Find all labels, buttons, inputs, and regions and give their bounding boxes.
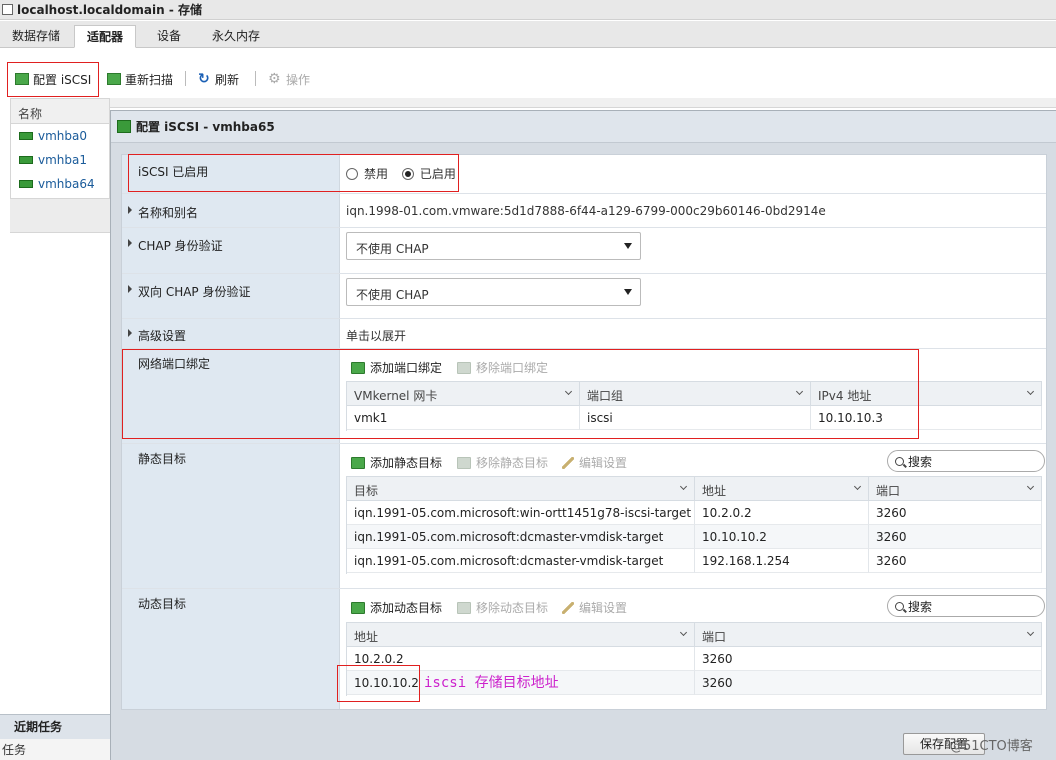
table-cell[interactable]: 3260 <box>869 501 1042 525</box>
row-advanced[interactable]: 高级设置 单击以展开 <box>122 319 1046 349</box>
tab-persistent-memory[interactable]: 永久内存 <box>200 25 272 48</box>
static-targets-grid: 目标 地址 端口 iqn.1991-05.com.microsoft:win-o… <box>346 476 1042 574</box>
chap-select[interactable]: 不使用 CHAP <box>346 232 641 260</box>
column-header[interactable]: 目标 <box>347 477 695 501</box>
toolbar-divider <box>255 71 256 86</box>
table-cell[interactable]: iqn.1991-05.com.microsoft:dcmaster-vmdis… <box>347 525 695 549</box>
window-title: localhost.localdomain - 存储 <box>17 3 203 17</box>
row-chap: CHAP 身份验证 不使用 CHAP <box>122 228 1046 274</box>
label-dynamic-targets: 动态目标 <box>122 589 340 709</box>
column-header[interactable]: 端口 <box>695 623 1042 647</box>
table-cell[interactable]: 3260 <box>869 525 1042 549</box>
tab-adapters[interactable]: 适配器 <box>74 25 137 48</box>
adapter-list-footer <box>10 198 110 232</box>
column-header-name: 名称 <box>11 99 109 124</box>
table-cell[interactable]: 10.10.10.2 <box>695 525 869 549</box>
nic-icon <box>19 156 33 164</box>
dialog-title: 配置 iSCSI - vmhba65 <box>136 120 275 134</box>
label-chap[interactable]: CHAP 身份验证 <box>122 228 340 273</box>
table-cell[interactable]: iqn.1991-05.com.microsoft:win-ortt1451g7… <box>347 501 695 525</box>
adapter-item[interactable]: vmhba64 <box>11 172 109 196</box>
window-title-bar: localhost.localdomain - 存储 <box>0 0 1056 20</box>
nic-icon <box>19 180 33 188</box>
chevron-down-icon <box>853 482 862 491</box>
table-cell[interactable]: 192.168.1.254 <box>695 549 869 573</box>
add-dynamic-target-button[interactable]: 添加动态目标 <box>351 599 442 616</box>
table-cell[interactable]: 10.2.0.2 <box>695 501 869 525</box>
chevron-down-icon <box>679 482 688 491</box>
add-icon <box>351 456 365 469</box>
edit-settings-button[interactable]: 编辑设置 <box>562 454 627 471</box>
recent-tasks-panel: 近期任务 任务 <box>0 714 110 760</box>
recent-tasks-title[interactable]: 近期任务 <box>0 715 110 739</box>
table-cell[interactable]: 3260 <box>869 549 1042 573</box>
column-header[interactable]: 地址 <box>347 623 695 647</box>
search-icon <box>895 456 904 466</box>
row-name-alias[interactable]: 名称和别名 iqn.1998-01.com.vmware:5d1d7888-6f… <box>122 194 1046 228</box>
window-icon <box>2 4 13 15</box>
expand-arrow-icon <box>128 206 132 214</box>
gear-icon: ⚙ <box>268 71 281 87</box>
label-static-targets: 静态目标 <box>122 444 340 588</box>
tab-devices[interactable]: 设备 <box>145 25 193 48</box>
expand-arrow-icon <box>128 285 132 293</box>
adapter-item[interactable]: vmhba0 <box>11 124 109 148</box>
row-dynamic-targets: 动态目标 添加动态目标 移除动态目标 编辑设置 搜索 地址 端口 10.2.0.… <box>122 589 1046 709</box>
pencil-icon <box>562 601 574 614</box>
add-icon <box>351 601 365 614</box>
column-header[interactable]: 地址 <box>695 477 869 501</box>
watermark: @51CTO博客 <box>950 739 1033 754</box>
row-mutual-chap: 双向 CHAP 身份验证 不使用 CHAP <box>122 274 1046 319</box>
refresh-button[interactable]: ↻ 刷新 <box>198 70 239 88</box>
expand-arrow-icon <box>128 239 132 247</box>
search-icon <box>895 601 904 611</box>
label-mutual-chap[interactable]: 双向 CHAP 身份验证 <box>122 274 340 318</box>
rescan-icon <box>107 73 121 85</box>
dropdown-arrow-icon <box>624 289 632 295</box>
pencil-icon <box>562 456 574 469</box>
dialog-title-bar: 配置 iSCSI - vmhba65 <box>111 111 1056 143</box>
rescan-button[interactable]: 重新扫描 <box>107 70 173 88</box>
remove-icon <box>457 601 471 614</box>
annotation-text: iscsi 存储目标地址 <box>424 675 559 691</box>
row-static-targets: 静态目标 添加静态目标 移除静态目标 编辑设置 搜索 目标 地址 端口 iqn.… <box>122 444 1046 589</box>
iscsi-icon <box>117 120 131 133</box>
column-header[interactable]: 端口 <box>869 477 1042 501</box>
label-name-alias[interactable]: 名称和别名 <box>122 194 340 227</box>
advanced-hint[interactable]: 单击以展开 <box>341 319 1046 348</box>
table-cell[interactable]: iqn.1991-05.com.microsoft:dcmaster-vmdis… <box>347 549 695 573</box>
highlight-box <box>337 665 420 702</box>
add-static-target-button[interactable]: 添加静态目标 <box>351 454 442 471</box>
adapter-grid-header <box>110 98 1056 108</box>
chevron-down-icon <box>1026 628 1035 637</box>
highlight-box <box>7 62 99 97</box>
toolbar-divider <box>185 71 186 86</box>
iqn-value: iqn.1998-01.com.vmware:5d1d7888-6f44-a12… <box>346 204 826 218</box>
nic-icon <box>19 132 33 140</box>
expand-arrow-icon <box>128 329 132 337</box>
tab-datastores[interactable]: 数据存储 <box>0 25 72 48</box>
tab-bar: 数据存储 适配器 设备 永久内存 <box>0 21 1056 48</box>
mutual-chap-select[interactable]: 不使用 CHAP <box>346 278 641 306</box>
static-search-input[interactable]: 搜索 <box>887 450 1045 472</box>
dropdown-arrow-icon <box>624 243 632 249</box>
chevron-down-icon <box>679 628 688 637</box>
edit-settings-button[interactable]: 编辑设置 <box>562 599 627 616</box>
highlight-box <box>128 154 459 192</box>
adapter-item[interactable]: vmhba1 <box>11 148 109 172</box>
table-cell[interactable]: 3260 <box>695 647 1042 671</box>
dynamic-search-input[interactable]: 搜索 <box>887 595 1045 617</box>
chevron-down-icon <box>1026 482 1035 491</box>
chevron-down-icon <box>1026 387 1035 396</box>
remove-dynamic-target-button[interactable]: 移除动态目标 <box>457 599 548 616</box>
label-advanced[interactable]: 高级设置 <box>122 319 340 348</box>
highlight-box <box>122 349 919 439</box>
remove-static-target-button[interactable]: 移除静态目标 <box>457 454 548 471</box>
remove-icon <box>457 456 471 469</box>
tasks-column-header: 任务 <box>0 739 110 760</box>
refresh-icon: ↻ <box>198 71 210 87</box>
actions-button[interactable]: ⚙ 操作 <box>268 70 310 88</box>
table-cell[interactable]: 3260 <box>695 671 1042 695</box>
